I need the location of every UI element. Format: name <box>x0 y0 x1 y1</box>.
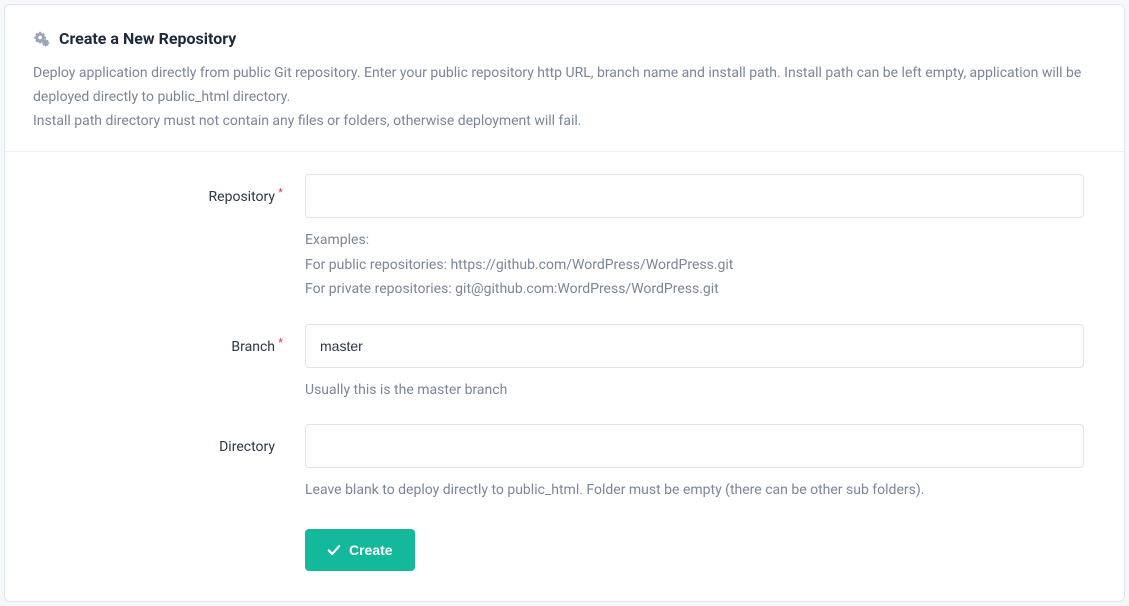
branch-label: Branch <box>231 339 275 355</box>
directory-label: Directory <box>219 439 275 455</box>
label-col: Branch <box>45 324 305 355</box>
input-col: Leave blank to deploy directly to public… <box>305 424 1084 503</box>
gears-icon <box>33 30 51 48</box>
repository-label: Repository <box>209 189 275 205</box>
input-col: Examples: For public repositories: https… <box>305 174 1084 302</box>
create-button-label: Create <box>349 542 393 558</box>
card-header: Create a New Repository Deploy applicati… <box>5 5 1124 151</box>
title-row: Create a New Repository <box>33 29 1096 48</box>
form-body: Repository Examples: For public reposito… <box>5 152 1124 601</box>
input-col: Usually this is the master branch <box>305 324 1084 403</box>
directory-row: Directory Leave blank to deploy directly… <box>45 424 1084 503</box>
branch-row: Branch Usually this is the master branch <box>45 324 1084 403</box>
input-col: Create <box>305 529 1084 571</box>
create-button[interactable]: Create <box>305 529 415 571</box>
repository-help: Examples: For public repositories: https… <box>305 228 1084 302</box>
directory-input[interactable] <box>305 424 1084 468</box>
label-col <box>45 529 305 541</box>
label-col: Repository <box>45 174 305 205</box>
label-col: Directory <box>45 424 305 455</box>
description-text: Deploy application directly from public … <box>33 62 1096 133</box>
repository-input[interactable] <box>305 174 1084 218</box>
button-row: Create <box>45 529 1084 571</box>
check-icon <box>327 543 341 557</box>
directory-help: Leave blank to deploy directly to public… <box>305 478 1084 503</box>
page-title: Create a New Repository <box>59 29 236 48</box>
branch-help: Usually this is the master branch <box>305 378 1084 403</box>
repository-row: Repository Examples: For public reposito… <box>45 174 1084 302</box>
create-repository-card: Create a New Repository Deploy applicati… <box>4 4 1125 602</box>
branch-input[interactable] <box>305 324 1084 368</box>
